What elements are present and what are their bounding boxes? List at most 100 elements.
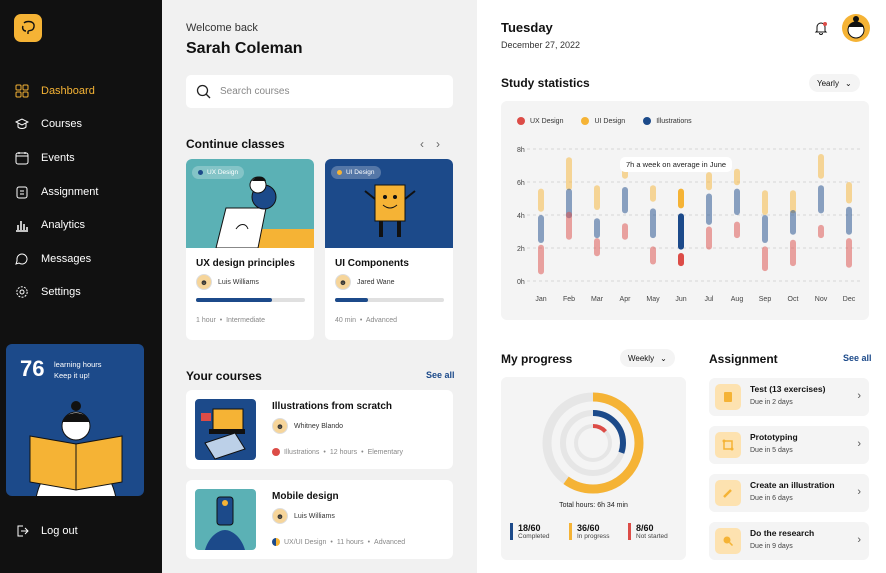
avatar: ☻ xyxy=(272,508,288,524)
assignment-item[interactable]: Prototyping Due in 5 days › xyxy=(709,426,869,464)
sidebar-item-messages[interactable]: Messages xyxy=(0,242,162,276)
current-date: December 27, 2022 xyxy=(501,40,581,50)
ui-design-bar[interactable] xyxy=(846,182,852,204)
y-tick-label: 4h xyxy=(517,213,525,220)
illustrations-bar[interactable] xyxy=(650,208,656,239)
ui-design-bar[interactable] xyxy=(762,190,768,215)
ux-design-bar[interactable] xyxy=(650,246,656,265)
class-progress-bar xyxy=(335,298,444,302)
class-card-image: UX Design xyxy=(186,159,314,248)
course-image xyxy=(195,399,256,460)
learning-hours-card: 76 learning hours Keep it up! xyxy=(6,344,144,496)
ui-design-bar[interactable] xyxy=(594,185,600,211)
illustrations-bar[interactable] xyxy=(594,218,600,239)
x-tick-label: Oct xyxy=(788,296,799,303)
search-placeholder: Search courses xyxy=(220,86,290,97)
illustrations-bar[interactable] xyxy=(818,185,824,214)
illustrations-bar[interactable] xyxy=(678,213,684,250)
course-item[interactable]: Mobile design ☻ Luis Williams UX/UI Desig… xyxy=(186,480,453,559)
ui-design-bar[interactable] xyxy=(734,168,740,186)
see-all-courses-link[interactable]: See all xyxy=(426,370,455,380)
assignment-item[interactable]: Create an illustration Due in 6 days › xyxy=(709,474,869,512)
class-card-image: UI Design xyxy=(325,159,453,248)
assignment-item[interactable]: Test (13 exercises) Due in 2 days › xyxy=(709,378,869,416)
illustrations-bar[interactable] xyxy=(706,193,712,225)
progress-period-dropdown[interactable]: Weekly ⌄ xyxy=(620,349,675,367)
user-name: Sarah Coleman xyxy=(186,40,303,57)
bell-icon[interactable] xyxy=(813,20,829,36)
ui-design-bar[interactable] xyxy=(706,172,712,191)
sidebar-nav: Dashboard Courses Events Assignment Anal… xyxy=(0,74,162,309)
ui-design-bar[interactable] xyxy=(566,157,572,191)
x-tick-label: Jan xyxy=(535,296,546,303)
ui-design-bar[interactable] xyxy=(790,190,796,214)
learning-hours-value: 76 xyxy=(20,356,45,381)
brain-logo-icon[interactable] xyxy=(14,14,42,42)
ux-design-bar[interactable] xyxy=(762,246,768,272)
learning-hours-text: learning hours Keep it up! xyxy=(54,360,102,380)
assignment-item-title: Prototyping xyxy=(750,432,798,442)
x-tick-label: Jun xyxy=(675,296,686,303)
ux-design-bar[interactable] xyxy=(846,238,852,268)
courses-icon xyxy=(15,118,29,130)
sidebar-item-label: Courses xyxy=(41,118,82,131)
course-tag: UX Design xyxy=(192,166,245,179)
main-content: Welcome back Sarah Coleman Search course… xyxy=(162,0,477,573)
ux-design-bar[interactable] xyxy=(790,239,796,267)
sidebar-item-assignment[interactable]: Assignment xyxy=(0,175,162,209)
sidebar-item-dashboard[interactable]: Dashboard xyxy=(0,74,162,108)
search-input[interactable]: Search courses xyxy=(186,75,453,108)
user-avatar[interactable] xyxy=(842,14,870,42)
course-meta: Illustrations • 12 hours • Elementary xyxy=(272,448,403,456)
sidebar-item-courses[interactable]: Courses xyxy=(0,108,162,142)
continue-classes-title: Continue classes xyxy=(186,137,285,151)
ux-design-bar[interactable] xyxy=(734,221,740,239)
sidebar-item-label: Analytics xyxy=(41,219,86,232)
illustrations-bar[interactable] xyxy=(538,215,544,244)
ui-design-bar[interactable] xyxy=(818,153,824,179)
chevron-right-icon: › xyxy=(857,486,861,498)
logout-label: Log out xyxy=(41,525,78,537)
sidebar-item-settings[interactable]: Settings xyxy=(0,276,162,310)
ux-design-bar[interactable] xyxy=(818,224,824,239)
ux-design-bar[interactable] xyxy=(538,244,544,275)
sidebar-item-analytics[interactable]: Analytics xyxy=(0,208,162,242)
welcome-text: Welcome back xyxy=(186,22,258,34)
assignment-item-due: Due in 5 days xyxy=(750,447,793,454)
logout-button[interactable]: Log out xyxy=(15,524,78,538)
y-tick-label: 0h xyxy=(517,279,525,286)
chevron-right-icon[interactable]: › xyxy=(436,137,440,151)
assignment-item-title: Test (13 exercises) xyxy=(750,384,826,394)
sidebar-item-label: Assignment xyxy=(41,185,99,198)
chart-tooltip: 7h a week on average in June xyxy=(620,157,733,172)
document-icon xyxy=(715,384,741,410)
assignment-item[interactable]: Do the research Due in 9 days › xyxy=(709,522,869,560)
ux-design-bar[interactable] xyxy=(594,238,600,257)
illustrations-bar[interactable] xyxy=(762,215,768,244)
progress-stat: 36/60 In progress xyxy=(569,523,628,540)
class-author: ☻ Luis Williams xyxy=(196,274,259,290)
ux-design-bar[interactable] xyxy=(566,211,572,240)
ux-design-bar[interactable] xyxy=(678,252,684,267)
sidebar-item-events[interactable]: Events xyxy=(0,141,162,175)
x-tick-label: Apr xyxy=(620,296,632,303)
illustrations-bar[interactable] xyxy=(846,206,852,235)
ui-design-bar[interactable] xyxy=(538,188,544,212)
class-title: UX design principles xyxy=(196,258,295,269)
course-item[interactable]: Illustrations from scratch ☻ Whitney Blan… xyxy=(186,390,453,469)
ux-design-bar[interactable] xyxy=(622,223,628,240)
current-day: Tuesday xyxy=(501,20,553,35)
illustrations-bar[interactable] xyxy=(734,188,740,215)
illustrations-bar[interactable] xyxy=(790,210,796,235)
period-dropdown[interactable]: Yearly ⌄ xyxy=(809,74,860,92)
class-card[interactable]: UI Design UI Components ☻ Jared Wane 40 m… xyxy=(325,159,453,340)
ui-design-bar[interactable] xyxy=(678,188,684,209)
assignment-item-due: Due in 9 days xyxy=(750,543,793,550)
chevron-left-icon[interactable]: ‹ xyxy=(420,137,424,151)
ux-design-bar[interactable] xyxy=(706,226,712,250)
class-card[interactable]: UX Design UX design principles ☻ Luis Wil… xyxy=(186,159,314,340)
illustrations-bar[interactable] xyxy=(622,186,628,214)
progress-legend: 18/60 Completed 36/60 In progress 8/60 Not … xyxy=(510,523,683,540)
ui-design-bar[interactable] xyxy=(650,185,656,202)
see-all-assignments-link[interactable]: See all xyxy=(843,353,872,363)
